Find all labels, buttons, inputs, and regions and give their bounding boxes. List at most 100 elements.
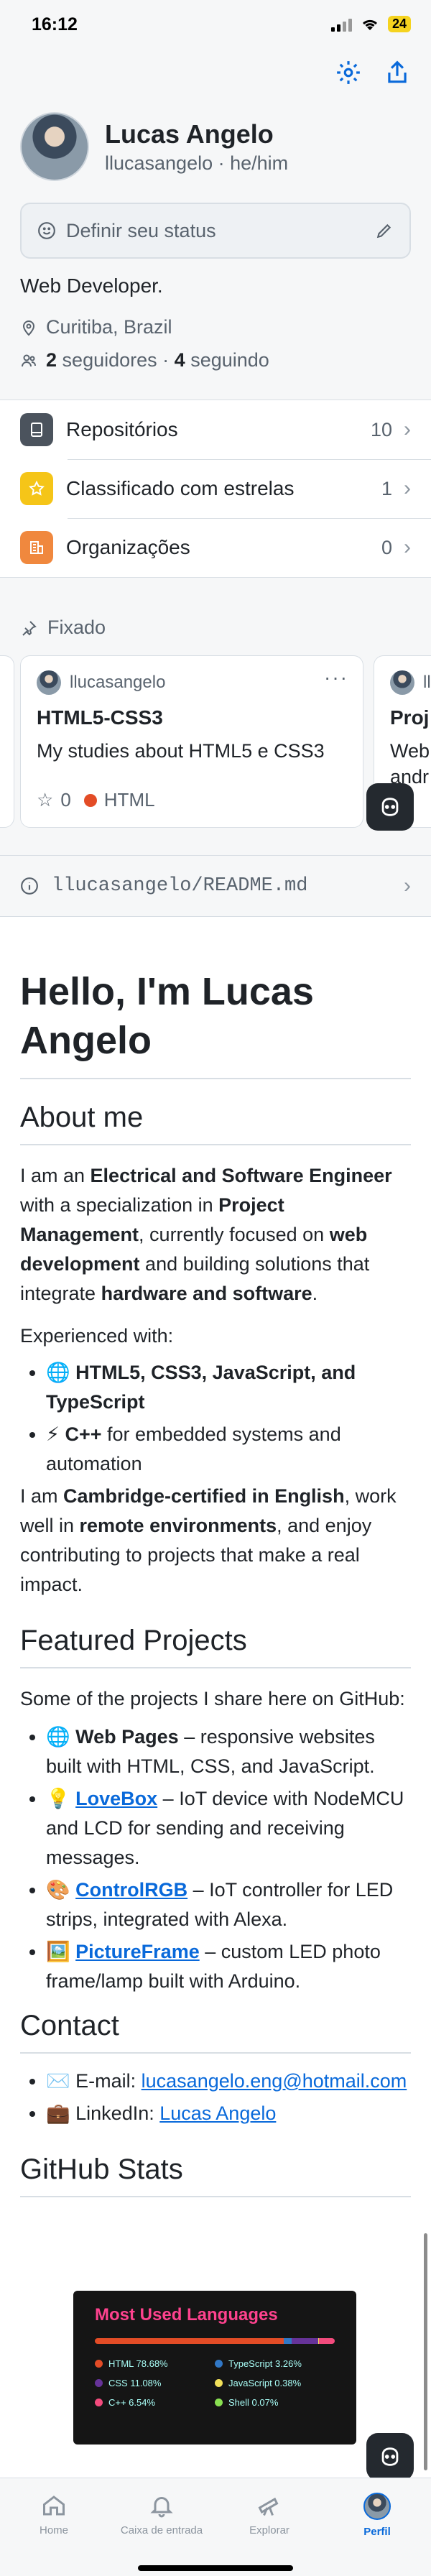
battery-icon: 24: [387, 16, 411, 32]
language-legend-label: Shell 0.07%: [228, 2397, 279, 2408]
gear-icon[interactable]: [335, 59, 362, 86]
signal-icon: [330, 17, 352, 32]
organization-icon: [20, 531, 53, 564]
status-placeholder: Definir seu status: [66, 219, 216, 241]
pinned-owner: llucasangelo: [37, 670, 347, 695]
profile-menu: Repositórios 10 › Classificado com estre…: [0, 400, 431, 578]
language-bar-segment: [291, 2338, 318, 2344]
language-legend-label: C++ 6.54%: [108, 2397, 156, 2408]
text: I am: [20, 1485, 64, 1507]
repo-name: HTML5-CSS3: [37, 706, 163, 729]
menu-item-repositories[interactable]: Repositórios 10 ›: [0, 400, 431, 459]
pinned-card-partial-left[interactable]: [0, 655, 14, 828]
tab-label: Caixa de entrada: [120, 2524, 203, 2536]
followers-label: seguidores: [62, 349, 157, 371]
email-link[interactable]: lucasangelo.eng@hotmail.com: [142, 2070, 407, 2092]
contact-heading: Contact: [20, 2006, 411, 2054]
language-legend-item: HTML 78.68%: [95, 2358, 215, 2369]
readme-content: Hello, I'm Lucas Angelo About me I am an…: [20, 917, 411, 2197]
owner-avatar: [390, 670, 414, 695]
about-paragraph-2: I am Cambridge-certified in English, wor…: [20, 1482, 411, 1599]
project-link[interactable]: PictureFrame: [75, 1941, 200, 1962]
language-color-dot: [95, 2379, 103, 2387]
menu-count: 10: [370, 418, 392, 440]
globe-icon: 🌐: [46, 1362, 70, 1383]
chevron-right-icon: ›: [404, 417, 411, 441]
star-icon: ☆: [37, 789, 54, 811]
language-legend-label: JavaScript 0.38%: [228, 2378, 302, 2388]
language-color-dot: [95, 2360, 103, 2368]
menu-label: Organizações: [66, 536, 190, 558]
text: E-mail:: [75, 2070, 142, 2092]
list-item: ⚡ C++ for embedded systems and automatio…: [46, 1420, 411, 1479]
projects-intro: Some of the projects I share here on Git…: [20, 1688, 405, 1709]
share-icon[interactable]: [384, 59, 411, 86]
linkedin-link[interactable]: Lucas Angelo: [159, 2102, 276, 2124]
copilot-button[interactable]: [366, 783, 414, 831]
scroll-indicator: [424, 2233, 427, 2470]
language-legend-item: TypeScript 3.26%: [215, 2358, 335, 2369]
readme-title: Hello, I'm Lucas Angelo: [20, 967, 411, 1079]
briefcase-icon: 💼: [46, 2102, 70, 2124]
repo-description: Web andr: [390, 740, 430, 788]
avatar: [363, 2493, 391, 2520]
languages-card: Most Used Languages HTML 78.68% TypeScrip…: [73, 2291, 356, 2445]
list-item: 🌐 HTML5, CSS3, JavaScript, and TypeScrip…: [46, 1358, 411, 1417]
bold-text: hardware and software: [101, 1283, 312, 1304]
about-heading: About me: [20, 1098, 411, 1145]
repo-meta: ☆ 0 HTML: [37, 789, 155, 811]
tab-explore[interactable]: Explorar: [216, 2478, 323, 2576]
language-legend-label: HTML 78.68%: [108, 2358, 168, 2369]
experienced-label: Experienced with:: [20, 1325, 174, 1347]
more-icon[interactable]: ···: [324, 666, 348, 689]
menu-item-starred[interactable]: Classificado com estrelas 1 ›: [0, 459, 431, 518]
palette-icon: 🎨: [46, 1879, 70, 1901]
star-count: 0: [60, 789, 71, 811]
language-legend-label: CSS 11.08%: [108, 2378, 162, 2388]
profile-follow[interactable]: 2 seguidores · 4 seguindo: [20, 349, 269, 371]
readme-header[interactable]: llucasangelo/README.md ›: [0, 855, 431, 917]
pinned-label: Fixado: [47, 617, 106, 638]
repo-language: HTML: [103, 789, 155, 811]
telescope-icon: [258, 2497, 279, 2516]
tab-label: Perfil: [363, 2526, 391, 2538]
bold-text: HTML5, CSS3, JavaScript, and TypeScript: [46, 1362, 356, 1413]
language-color-dot: [215, 2399, 223, 2406]
avatar[interactable]: [20, 112, 89, 181]
tab-inbox[interactable]: Caixa de entrada: [108, 2478, 216, 2576]
pinned-card[interactable]: llucasangelo ··· HTML5-CSS3 My studies a…: [20, 655, 363, 828]
tab-bar: Home Caixa de entrada Explorar Perfil: [0, 2478, 431, 2576]
status-bar: 16:12 24: [0, 0, 431, 52]
text: I am an: [20, 1165, 91, 1186]
tab-home[interactable]: Home: [0, 2478, 108, 2576]
profile-header-area: 16:12 24 Lucas Angelo llucasangelo · he/…: [0, 0, 431, 855]
set-status-button[interactable]: Definir seu status: [20, 203, 411, 259]
repo-name: Proj: [390, 706, 430, 729]
language-bar-segment: [95, 2338, 284, 2344]
profile-name: Lucas Angelo: [105, 119, 274, 149]
language-bar-segment: [283, 2338, 292, 2344]
project-link[interactable]: LoveBox: [75, 1788, 157, 1809]
lightning-icon: ⚡: [46, 1423, 60, 1445]
text: , currently focused on: [139, 1224, 330, 1245]
location-pin-icon: [22, 320, 35, 336]
bold-text: C++: [65, 1423, 102, 1445]
profile-location: Curitiba, Brazil: [20, 316, 172, 338]
text: with a specialization in: [20, 1194, 219, 1216]
bold-text: Electrical and Software Engineer: [90, 1165, 392, 1186]
wifi-icon: [362, 19, 378, 30]
readme-path: llucasangelo/README.md: [52, 875, 308, 897]
repo-icon: [20, 413, 53, 446]
language-color-dot: [95, 2399, 103, 2406]
projects-heading: Featured Projects: [20, 1621, 411, 1668]
tab-profile[interactable]: Perfil: [323, 2478, 431, 2576]
menu-item-organizations[interactable]: Organizações 0 ›: [0, 518, 431, 577]
project-link[interactable]: ControlRGB: [75, 1879, 187, 1901]
languages-bar: [95, 2338, 335, 2344]
list-item: ✉️ E-mail: lucasangelo.eng@hotmail.com: [46, 2067, 411, 2096]
copilot-button[interactable]: [366, 2433, 414, 2480]
followers-count: 2: [46, 349, 57, 371]
pinned-owner: ll: [390, 670, 431, 695]
owner-avatar: [37, 670, 61, 695]
language-legend-item: Shell 0.07%: [215, 2397, 335, 2408]
